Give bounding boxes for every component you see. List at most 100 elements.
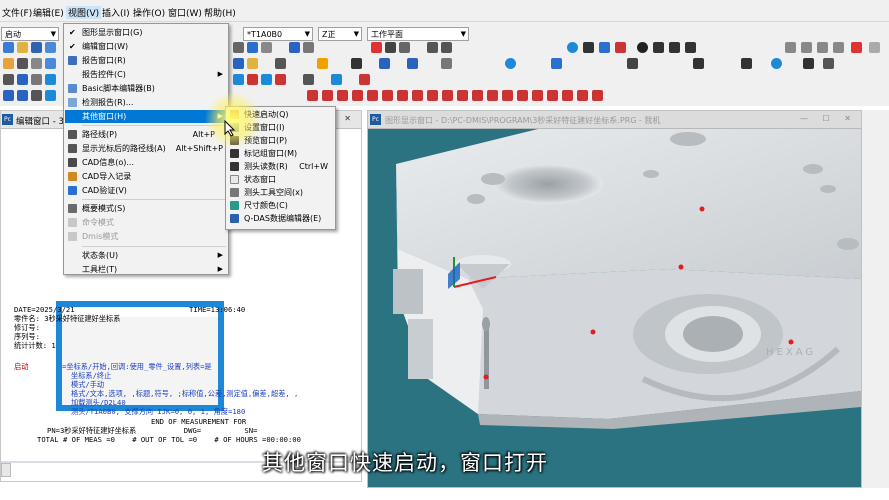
print-icon[interactable]: [45, 42, 56, 53]
stop-icon[interactable]: [615, 42, 626, 53]
tool-icon[interactable]: [303, 42, 314, 53]
scroll-left-button[interactable]: [1, 463, 11, 477]
rotate-icon[interactable]: [261, 42, 272, 53]
view-combo[interactable]: Z正 ▼: [318, 27, 362, 41]
text-icon[interactable]: [31, 74, 42, 85]
menu-item-status-bar[interactable]: 状态条(U) ▶: [65, 249, 227, 262]
play-icon[interactable]: [567, 42, 578, 53]
camera-icon[interactable]: [803, 58, 814, 69]
pencil-icon[interactable]: [599, 42, 610, 53]
circularity-icon[interactable]: [275, 74, 286, 85]
clipboard-icon[interactable]: [833, 42, 844, 53]
menu-item-graphics-window[interactable]: ✔ 图形显示窗口(G): [65, 26, 227, 39]
gdt-icon[interactable]: [592, 90, 603, 101]
menu-item-marker-group-window[interactable]: 标记组窗口(M): [227, 147, 334, 160]
code-line[interactable]: 坐标系/终止: [71, 371, 111, 380]
menu-item-path-after-cursor[interactable]: 显示光标后的路径线(A) Alt+Shift+P: [65, 142, 227, 155]
menu-item-edit-window[interactable]: ✔ 编辑窗口(W): [65, 40, 227, 53]
gdt-icon[interactable]: [427, 90, 438, 101]
shape-icon[interactable]: [685, 42, 696, 53]
line-icon[interactable]: [17, 58, 28, 69]
probe-combo[interactable]: *T1A0B0 ▼: [243, 27, 313, 41]
probe-icon[interactable]: [233, 42, 244, 53]
menu-window[interactable]: 窗口(W): [168, 6, 202, 19]
menu-operation[interactable]: 操作(O): [133, 6, 165, 19]
menu-item-report-controls[interactable]: 报告控件(C) ▶: [65, 68, 227, 81]
position-icon[interactable]: [247, 74, 258, 85]
gdt-icon[interactable]: [487, 90, 498, 101]
gdt-icon[interactable]: [502, 90, 513, 101]
gdt-icon[interactable]: [442, 90, 453, 101]
menu-item-report-window[interactable]: 报告窗口(R): [65, 54, 227, 67]
feature-icon[interactable]: [669, 42, 680, 53]
check-icon[interactable]: [741, 58, 752, 69]
rotate-view-icon[interactable]: [551, 58, 562, 69]
gdt-icon[interactable]: [577, 90, 588, 101]
construct-icon[interactable]: [275, 58, 286, 69]
menu-item-inspection-report[interactable]: 检测报告(R)...: [65, 96, 227, 109]
close-icon[interactable]: [851, 42, 862, 53]
tolerance-icon[interactable]: [233, 74, 244, 85]
menu-item-dimension-colors[interactable]: 尺寸颜色(C): [227, 199, 334, 212]
check-icon[interactable]: [693, 58, 704, 69]
menu-item-cad-verify[interactable]: CAD验证(V): [65, 184, 227, 197]
align-icon[interactable]: [399, 42, 410, 53]
gdt-icon[interactable]: [532, 90, 543, 101]
view-icon[interactable]: [441, 58, 452, 69]
gdt-icon[interactable]: [322, 90, 333, 101]
menu-view[interactable]: 视图(V): [66, 6, 102, 19]
menu-item-other-windows[interactable]: 其他窗口(H)▶: [65, 110, 227, 123]
filter-icon[interactable]: [247, 58, 258, 69]
copy-icon[interactable]: [801, 42, 812, 53]
globe-icon[interactable]: [505, 58, 516, 69]
arrow-icon[interactable]: [31, 90, 42, 101]
menu-item-qdas-editor[interactable]: Q-DAS数据编辑器(E): [227, 212, 334, 225]
menu-item-basic-editor[interactable]: Basic脚本编辑器(B): [65, 82, 227, 95]
cut-icon[interactable]: [785, 42, 796, 53]
menu-file[interactable]: 文件(F): [2, 6, 32, 19]
angle-icon[interactable]: [331, 74, 342, 85]
cad-viewport[interactable]: [368, 129, 861, 487]
measure-icon[interactable]: [653, 42, 664, 53]
menu-help[interactable]: 帮助(H): [204, 6, 236, 19]
profile-icon[interactable]: [303, 74, 314, 85]
menu-edit[interactable]: 编辑(E): [33, 6, 64, 19]
gdt-icon[interactable]: [412, 90, 423, 101]
menu-item-summary-mode[interactable]: 概要模式(S): [65, 202, 227, 215]
code-keyword[interactable]: 启动: [14, 362, 28, 371]
save-icon[interactable]: [31, 42, 42, 53]
menu-item-status-window[interactable]: 状态窗口: [227, 173, 334, 186]
gdt-icon[interactable]: [517, 90, 528, 101]
code-line[interactable]: 模式/手动: [71, 380, 104, 389]
flatness-icon[interactable]: [261, 74, 272, 85]
arrow-icon[interactable]: [3, 90, 14, 101]
menu-item-probe-readouts[interactable]: 测头读数(R) Ctrl+W: [227, 160, 334, 173]
code-line[interactable]: 格式/文本,选项, ,标题,符号, ;标称值,公差,测定值,偏差,超差, ,: [71, 389, 298, 398]
plane-icon[interactable]: [31, 58, 42, 69]
dimension-icon[interactable]: [233, 58, 244, 69]
open-folder-icon[interactable]: [17, 42, 28, 53]
new-file-icon[interactable]: [3, 42, 14, 53]
distance-icon[interactable]: [359, 74, 370, 85]
gdt-icon[interactable]: [457, 90, 468, 101]
axis-icon[interactable]: [289, 42, 300, 53]
menu-item-toolbars[interactable]: 工具栏(T) ▶: [65, 263, 227, 276]
options-icon[interactable]: [869, 42, 880, 53]
code-line[interactable]: =坐标系/开始,回调:使用_零件_设置,列表=是: [62, 362, 212, 371]
code-line[interactable]: 测头/T1A0B0, 支撑方向 IJK=0, 0, 1, 角度=180: [71, 407, 245, 416]
gdt-icon[interactable]: [337, 90, 348, 101]
window-controls[interactable]: — ☐ ✕: [800, 114, 857, 123]
gdt-icon[interactable]: [472, 90, 483, 101]
arrow-icon[interactable]: [17, 90, 28, 101]
delete-icon[interactable]: [371, 42, 382, 53]
code-line[interactable]: 加载测头/D2L40: [71, 398, 126, 407]
menu-insert[interactable]: 插入(I): [102, 6, 130, 19]
gdt-icon[interactable]: [307, 90, 318, 101]
cylinder-icon[interactable]: [45, 58, 56, 69]
menu-item-probe-toolbox[interactable]: 测头工具空间(x): [227, 186, 334, 199]
play-icon[interactable]: [771, 58, 782, 69]
grid-icon[interactable]: [385, 42, 396, 53]
point-icon[interactable]: [3, 58, 14, 69]
settings-icon[interactable]: [823, 58, 834, 69]
workplane-combo[interactable]: 工作平面 ▼: [367, 27, 469, 41]
